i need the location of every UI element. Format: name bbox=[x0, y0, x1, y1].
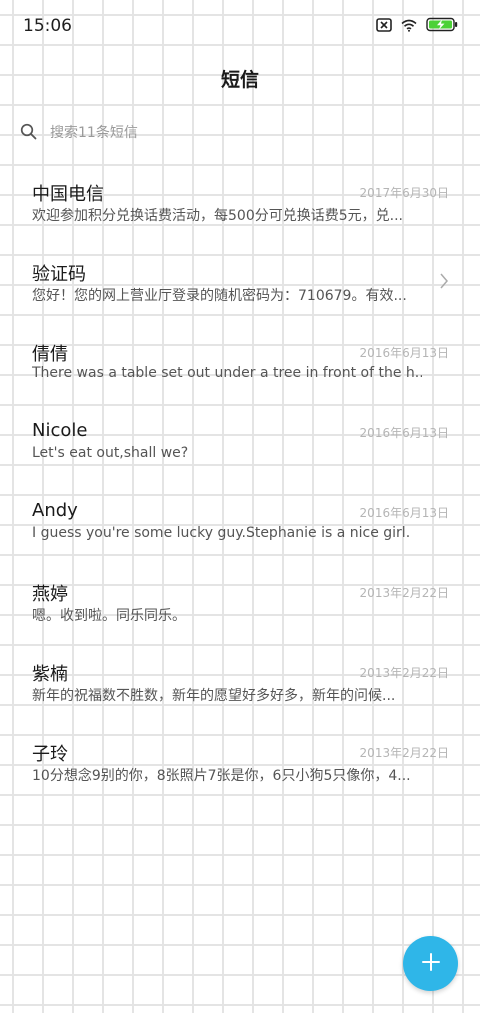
status-time: 15:06 bbox=[23, 16, 72, 36]
list-item[interactable]: 燕婷 2013年2月22日 嗯。收到啦。同乐同乐。 bbox=[0, 565, 480, 645]
message-preview: There was a table set out under a tree i… bbox=[32, 365, 422, 381]
sender-name: 倩倩 bbox=[32, 344, 68, 365]
message-preview: I guess you're some lucky guy.Stephanie … bbox=[32, 525, 411, 541]
sim-card-x-icon bbox=[376, 17, 392, 36]
sender-name: 子玲 bbox=[32, 744, 68, 765]
message-date: 2013年2月22日 bbox=[359, 746, 449, 760]
plus-icon bbox=[421, 952, 441, 976]
page-title: 短信 bbox=[220, 69, 259, 91]
status-icons bbox=[376, 17, 458, 36]
message-date: 2016年6月13日 bbox=[359, 346, 449, 360]
sender-name: 验证码 bbox=[32, 264, 86, 285]
sender-name: 中国电信 bbox=[32, 184, 104, 205]
list-item[interactable]: Nicole 2016年6月13日 Let's eat out,shall we… bbox=[0, 405, 480, 485]
message-date: 2016年6月13日 bbox=[359, 426, 449, 440]
list-item[interactable]: 倩倩 2016年6月13日 There was a table set out … bbox=[0, 325, 480, 405]
message-date: 2017年6月30日 bbox=[359, 186, 449, 200]
sender-name: Nicole bbox=[32, 420, 88, 441]
message-list: 中国电信 2017年6月30日 欢迎参加积分兑换话费活动，每500分可兑换话费5… bbox=[0, 165, 480, 805]
battery-charging-icon bbox=[426, 17, 458, 36]
search-icon bbox=[20, 123, 37, 144]
list-item[interactable]: Andy 2016年6月13日 I guess you're some luck… bbox=[0, 485, 480, 565]
message-date: 2013年2月22日 bbox=[359, 666, 449, 680]
list-item[interactable]: 中国电信 2017年6月30日 欢迎参加积分兑换话费活动，每500分可兑换话费5… bbox=[0, 165, 480, 245]
message-preview: Let's eat out,shall we? bbox=[32, 445, 189, 461]
title-bar: 短信 bbox=[0, 52, 480, 102]
list-item[interactable]: 紫楠 2013年2月22日 新年的祝福数不胜数，新年的愿望好多好多，新年的问候.… bbox=[0, 645, 480, 725]
sender-name: 燕婷 bbox=[32, 584, 68, 605]
message-date: 2016年6月13日 bbox=[359, 506, 449, 520]
chevron-right-icon bbox=[439, 272, 449, 294]
sender-name: Andy bbox=[32, 500, 78, 521]
wifi-icon bbox=[401, 17, 417, 36]
message-preview: 新年的祝福数不胜数，新年的愿望好多好多，新年的问候... bbox=[32, 688, 396, 704]
search-bar[interactable] bbox=[0, 114, 480, 152]
message-preview: 10分想念9别的你，8张照片7张是你，6只小狗5只像你，4... bbox=[32, 768, 411, 784]
list-item[interactable]: 子玲 2013年2月22日 10分想念9别的你，8张照片7张是你，6只小狗5只像… bbox=[0, 725, 480, 805]
message-date: 2013年2月22日 bbox=[359, 586, 449, 600]
status-bar: 15:06 bbox=[0, 0, 480, 52]
message-preview: 嗯。收到啦。同乐同乐。 bbox=[32, 608, 186, 624]
message-preview: 您好！您的网上营业厅登录的随机密码为：710679。有效... bbox=[32, 288, 407, 304]
message-preview: 欢迎参加积分兑换话费活动，每500分可兑换话费5元，兑... bbox=[32, 208, 403, 224]
list-item[interactable]: 验证码 您好！您的网上营业厅登录的随机密码为：710679。有效... bbox=[0, 245, 480, 325]
new-message-button[interactable] bbox=[403, 936, 458, 991]
sender-name: 紫楠 bbox=[32, 664, 68, 685]
search-input[interactable] bbox=[50, 120, 450, 146]
